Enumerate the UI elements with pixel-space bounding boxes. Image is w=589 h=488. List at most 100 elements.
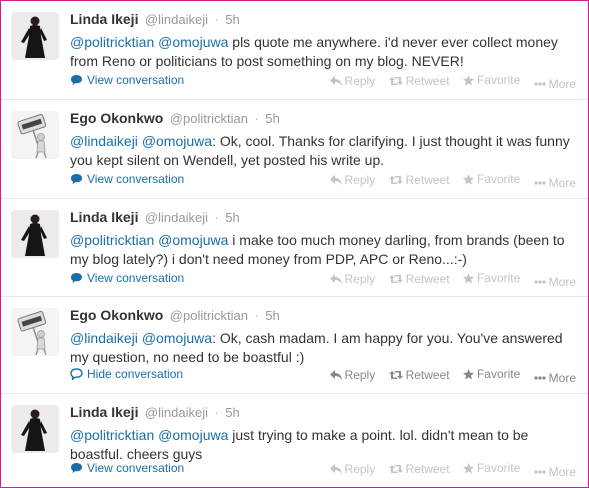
hide-conversation-link[interactable]: Hide conversation	[70, 365, 183, 383]
separator: ·	[214, 405, 219, 420]
favorite-button[interactable]: Favorite	[462, 269, 520, 287]
tweet-text: @politricktian @omojuwa i make too much …	[70, 231, 580, 269]
view-conversation-link[interactable]: View conversation	[70, 459, 184, 477]
tweet-actions: Reply Retweet Favorite More	[320, 365, 576, 387]
speech-bubble-icon	[71, 463, 82, 474]
more-dots-icon	[534, 375, 546, 380]
fullname[interactable]: Linda Ikeji	[70, 209, 138, 225]
timestamp[interactable]: 5h	[225, 405, 239, 420]
more-button[interactable]: More	[534, 273, 576, 291]
mention-link[interactable]: @omojuwa	[158, 34, 228, 50]
fullname[interactable]: Ego Okonkwo	[70, 307, 163, 323]
tweet[interactable]: Linda Ikeji @lindaikeji · 5h @politrickt…	[1, 1, 588, 100]
fullname[interactable]: Linda Ikeji	[70, 11, 138, 27]
more-button[interactable]: More	[534, 75, 576, 93]
avatar[interactable]	[11, 308, 59, 356]
mention-link[interactable]: @omojuwa	[158, 232, 228, 248]
expand-label: Hide conversation	[87, 367, 184, 381]
reply-button[interactable]: Reply	[329, 171, 375, 189]
star-icon	[462, 368, 474, 379]
woman-avatar-icon	[11, 12, 59, 60]
separator: ·	[254, 111, 259, 126]
username[interactable]: @lindaikeji	[145, 12, 208, 27]
star-icon	[462, 462, 474, 473]
reply-button[interactable]: Reply	[329, 460, 375, 478]
mention-link[interactable]: @omojuwa	[158, 427, 228, 443]
tweet-actions: Reply Retweet Favorite More	[320, 269, 576, 291]
reply-button[interactable]: Reply	[329, 270, 375, 288]
freedom-sign-avatar-icon	[11, 308, 59, 356]
retweet-icon	[388, 274, 403, 283]
tweet[interactable]: Linda Ikeji @lindaikeji · 5h @politrickt…	[1, 394, 588, 487]
tweet-actions: Reply Retweet Favorite More	[320, 71, 576, 93]
more-dots-icon	[534, 81, 546, 86]
username[interactable]: @politricktian	[170, 308, 248, 323]
fullname[interactable]: Linda Ikeji	[70, 404, 138, 420]
retweet-icon	[388, 175, 403, 184]
mention-link[interactable]: @politricktian	[70, 427, 154, 443]
expand-label: View conversation	[87, 172, 185, 186]
favorite-button[interactable]: Favorite	[462, 365, 520, 383]
separator: ·	[254, 308, 259, 323]
mention-link[interactable]: @politricktian	[70, 34, 154, 50]
reply-icon	[329, 463, 342, 474]
retweet-button[interactable]: Retweet	[388, 460, 450, 478]
retweet-button[interactable]: Retweet	[388, 366, 450, 384]
woman-avatar-icon	[11, 210, 59, 258]
retweet-button[interactable]: Retweet	[388, 171, 450, 189]
timestamp[interactable]: 5h	[225, 210, 239, 225]
mention-link[interactable]: @lindaikeji	[70, 330, 138, 346]
reply-icon	[329, 369, 342, 380]
tweet[interactable]: Ego Okonkwo @politricktian · 5h @lindaik…	[1, 297, 588, 394]
more-dots-icon	[534, 469, 546, 474]
separator: ·	[214, 12, 219, 27]
username[interactable]: @lindaikeji	[145, 210, 208, 225]
reply-icon	[329, 273, 342, 284]
mention-link[interactable]: @politricktian	[70, 232, 154, 248]
tweet-text: @lindaikeji @omojuwa: Ok, cash madam. I …	[70, 329, 580, 367]
avatar[interactable]	[11, 111, 59, 159]
favorite-button[interactable]: Favorite	[462, 170, 520, 188]
more-button[interactable]: More	[534, 174, 576, 192]
more-button[interactable]: More	[534, 369, 576, 387]
timestamp[interactable]: 5h	[265, 308, 279, 323]
tweet[interactable]: Ego Okonkwo @politricktian · 5h @lindaik…	[1, 100, 588, 199]
reply-icon	[329, 174, 342, 185]
speech-bubble-icon	[70, 368, 83, 380]
retweet-icon	[388, 76, 403, 85]
username[interactable]: @politricktian	[170, 111, 248, 126]
reply-button[interactable]: Reply	[329, 72, 375, 90]
timestamp[interactable]: 5h	[265, 111, 279, 126]
expand-label: View conversation	[87, 271, 185, 285]
tweet-actions: Reply Retweet Favorite More	[320, 459, 576, 481]
more-dots-icon	[534, 279, 546, 284]
timestamp[interactable]: 5h	[225, 12, 239, 27]
expand-label: View conversation	[87, 73, 185, 87]
expand-label: View conversation	[87, 461, 185, 475]
freedom-sign-avatar-icon	[11, 111, 59, 159]
avatar[interactable]	[11, 210, 59, 258]
avatar[interactable]	[11, 405, 59, 453]
separator: ·	[214, 210, 219, 225]
mention-link[interactable]: @omojuwa	[142, 133, 212, 149]
username[interactable]: @lindaikeji	[145, 405, 208, 420]
star-icon	[462, 173, 474, 184]
favorite-button[interactable]: Favorite	[462, 71, 520, 89]
speech-bubble-icon	[71, 75, 82, 86]
reply-button[interactable]: Reply	[329, 366, 375, 384]
avatar[interactable]	[11, 12, 59, 60]
retweet-button[interactable]: Retweet	[388, 270, 450, 288]
mention-link[interactable]: @lindaikeji	[70, 133, 138, 149]
more-button[interactable]: More	[534, 463, 576, 481]
tweet-footer: View conversation Reply Retweet Favorite…	[70, 269, 576, 289]
fullname[interactable]: Ego Okonkwo	[70, 110, 163, 126]
retweet-button[interactable]: Retweet	[388, 72, 450, 90]
favorite-button[interactable]: Favorite	[462, 459, 520, 477]
tweet-footer: Hide conversation Reply Retweet Favorite…	[70, 365, 576, 385]
mention-link[interactable]: @omojuwa	[142, 330, 212, 346]
view-conversation-link[interactable]: View conversation	[70, 170, 184, 188]
view-conversation-link[interactable]: View conversation	[70, 71, 184, 89]
retweet-icon	[388, 464, 403, 473]
view-conversation-link[interactable]: View conversation	[70, 269, 184, 287]
tweet[interactable]: Linda Ikeji @lindaikeji · 5h @politrickt…	[1, 199, 588, 297]
